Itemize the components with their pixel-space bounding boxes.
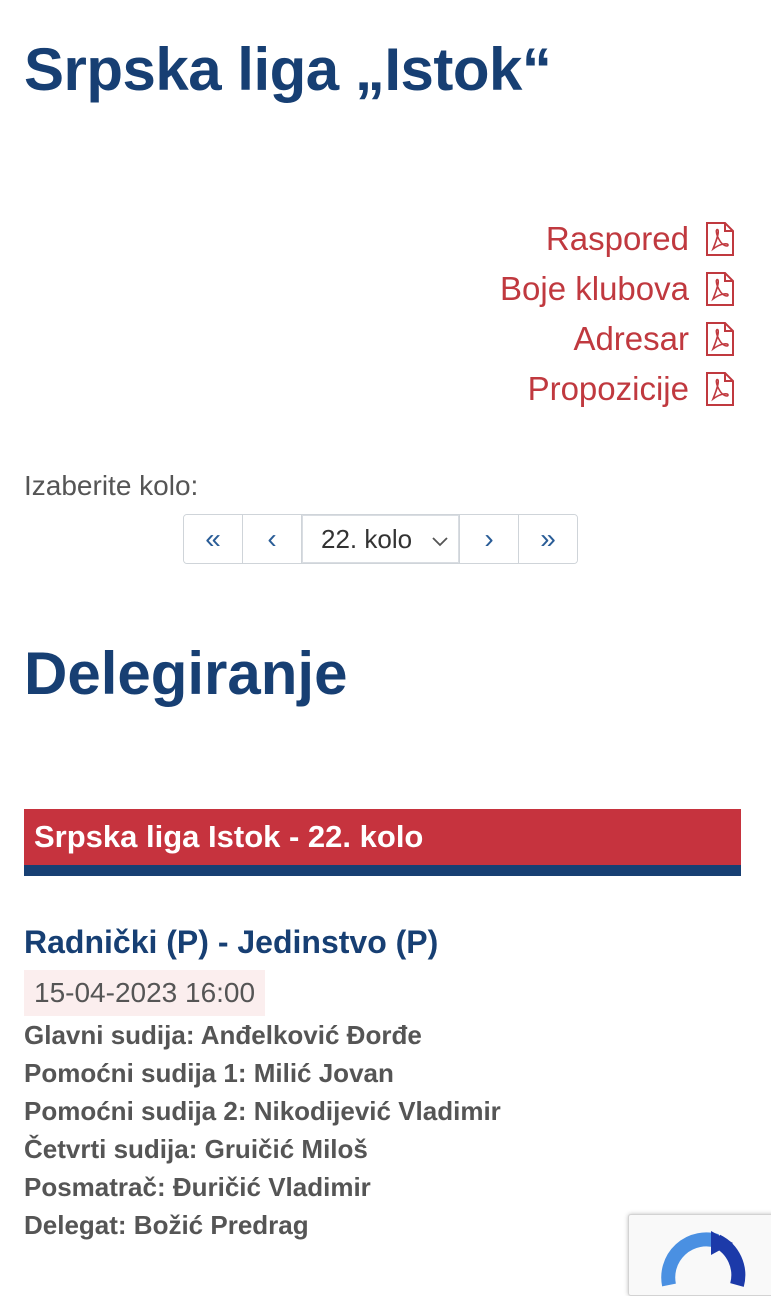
official-assistant-2: Pomoćni sudija 2: Nikodijević Vladimir [24, 1096, 501, 1126]
adresar-link[interactable]: Adresar [573, 314, 735, 364]
round-banner-text: Srpska liga Istok - 22. kolo [34, 819, 424, 854]
official-fourth-referee: Četvrti sudija: Gruičić Miloš [24, 1134, 368, 1164]
page-title: Srpska liga „Istok“ [24, 36, 552, 103]
round-banner: Srpska liga Istok - 22. kolo [24, 809, 741, 876]
first-round-button[interactable]: « [184, 515, 243, 563]
propozicije-link[interactable]: Propozicije [528, 364, 735, 414]
pdf-icon [705, 371, 735, 407]
official-assistant-1: Pomoćni sudija 1: Milić Jovan [24, 1058, 394, 1088]
next-round-button[interactable]: › [460, 515, 519, 563]
round-pager: « ‹ 22. kolo › » [183, 514, 578, 564]
propozicije-label: Propozicije [527, 370, 689, 407]
round-dropdown[interactable]: 22. kolo [302, 515, 460, 563]
adresar-label: Adresar [573, 320, 689, 357]
raspored-link[interactable]: Raspored [546, 214, 735, 264]
pdf-icon [705, 271, 735, 307]
match-title: Radnički (P) - Jedinstvo (P) [24, 924, 439, 960]
raspored-label: Raspored [545, 220, 689, 257]
official-observer: Posmatrač: Đuričić Vladimir [24, 1172, 371, 1202]
round-dropdown-value: 22. kolo [321, 523, 413, 554]
match-datetime: 15-04-2023 16:00 [24, 970, 266, 1016]
recaptcha-badge[interactable] [628, 1214, 771, 1296]
chevron-down-icon [431, 524, 449, 555]
official-main-referee: Glavni sudija: Anđelković Đorđe [24, 1020, 422, 1050]
pdf-icon [705, 221, 735, 257]
round-select-label: Izaberite kolo: [24, 470, 199, 501]
boje-klubova-label: Boje klubova [500, 270, 689, 307]
previous-round-button[interactable]: ‹ [243, 515, 302, 563]
pdf-icon [705, 321, 735, 357]
official-delegate: Delegat: Božić Predrag [24, 1210, 309, 1240]
last-round-button[interactable]: » [519, 515, 577, 563]
document-links: Raspored Boje klubova Adresar Propozicij… [500, 214, 735, 414]
boje-klubova-link[interactable]: Boje klubova [500, 264, 735, 314]
officials-list: Glavni sudija: Anđelković Đorđe Pomoćni … [24, 1016, 501, 1244]
section-title: Delegiranje [24, 640, 348, 707]
